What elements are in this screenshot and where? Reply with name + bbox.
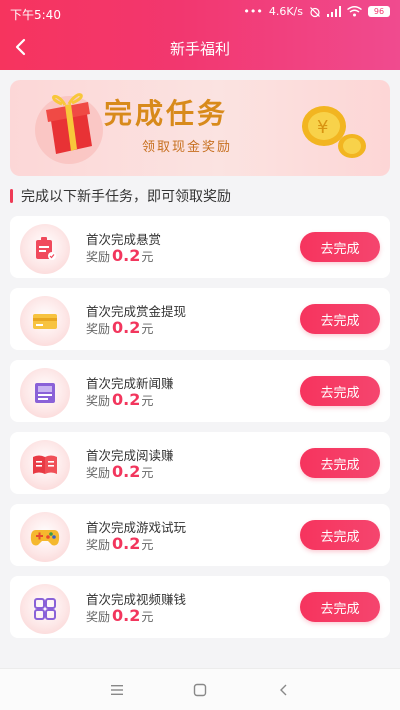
news-icon	[35, 383, 55, 403]
reward-label: 奖励	[86, 538, 111, 552]
reward-unit: 元	[141, 610, 154, 624]
reward-label: 奖励	[86, 394, 111, 408]
back-arrow-icon	[280, 684, 287, 696]
task-banner: 完成任务 领取现金奖励 ¥	[10, 80, 390, 176]
task-reward: 奖励 0.2 元	[86, 318, 153, 337]
task-reward: 奖励 0.2 元	[86, 462, 153, 481]
reward-amount: 0.2	[112, 390, 141, 409]
reward-amount: 0.2	[112, 462, 141, 481]
banner-subtitle: 领取现金奖励	[142, 140, 233, 155]
task-card: 首次完成阅读赚 奖励 0.2 元 去完成	[10, 432, 390, 494]
signal-icon	[327, 6, 341, 17]
battery-icon: 96	[368, 6, 390, 17]
go-complete-button[interactable]: 去完成	[300, 376, 380, 406]
go-complete-button[interactable]: 去完成	[300, 520, 380, 550]
task-card: 首次完成赏金提现 奖励 0.2 元 去完成	[10, 288, 390, 350]
go-complete-button[interactable]: 去完成	[300, 592, 380, 622]
reward-amount: 0.2	[112, 318, 141, 337]
nav-bar: 新手福利	[0, 26, 400, 70]
reward-amount: 0.2	[112, 606, 141, 625]
reward-amount: 0.2	[112, 246, 141, 265]
menu-button[interactable]	[106, 679, 128, 701]
reward-amount: 0.2	[112, 534, 141, 553]
clipboard-icon	[36, 237, 56, 260]
app-header: 下午5:40 ••• 4.6K/s 96 新手福利	[0, 0, 400, 70]
banner-title: 完成任务	[104, 97, 229, 130]
task-icon-badge	[20, 512, 70, 562]
reward-unit: 元	[141, 466, 154, 480]
gamepad-icon	[30, 530, 60, 546]
status-bar: 下午5:40 ••• 4.6K/s 96	[0, 0, 400, 26]
status-dots: •••	[243, 5, 263, 18]
reward-unit: 元	[141, 250, 154, 264]
go-complete-button[interactable]: 去完成	[300, 448, 380, 478]
network-speed: 4.6K/s	[268, 5, 303, 18]
svg-text:¥: ¥	[317, 117, 328, 138]
wifi-icon	[347, 6, 362, 17]
menu-icon	[111, 685, 123, 695]
status-icons: ••• 4.6K/s 96	[243, 5, 390, 18]
reward-unit: 元	[141, 538, 154, 552]
go-complete-button[interactable]: 去完成	[300, 232, 380, 262]
system-back-button[interactable]	[273, 679, 295, 701]
task-reward: 奖励 0.2 元	[86, 390, 153, 409]
task-card: 首次完成游戏试玩 奖励 0.2 元 去完成	[10, 504, 390, 566]
section-title: 完成以下新手任务，即可领取奖励	[21, 189, 231, 205]
grid-apps-icon	[34, 598, 56, 620]
section-heading: 完成以下新手任务，即可领取奖励	[10, 186, 231, 206]
task-reward: 奖励 0.2 元	[86, 246, 153, 265]
reward-label: 奖励	[86, 250, 111, 264]
book-icon	[33, 455, 57, 474]
task-icon-badge	[20, 224, 70, 274]
alarm-off-icon	[310, 6, 320, 17]
status-time: 下午5:40	[10, 8, 61, 22]
task-reward: 奖励 0.2 元	[86, 534, 153, 553]
coins-icon: ¥	[302, 106, 366, 158]
reward-label: 奖励	[86, 466, 111, 480]
task-icon-badge	[20, 440, 70, 490]
task-card: 首次完成视频赚钱 奖励 0.2 元 去完成	[10, 576, 390, 638]
reward-label: 奖励	[86, 322, 111, 336]
reward-label: 奖励	[86, 610, 111, 624]
task-card: 首次完成新闻赚 奖励 0.2 元 去完成	[10, 360, 390, 422]
go-complete-button[interactable]: 去完成	[300, 304, 380, 334]
reward-unit: 元	[141, 322, 154, 336]
task-icon-badge	[20, 368, 70, 418]
task-reward: 奖励 0.2 元	[86, 606, 153, 625]
page-title: 新手福利	[169, 40, 230, 58]
card-icon	[33, 314, 57, 329]
home-button[interactable]	[189, 679, 211, 701]
task-card: 首次完成悬赏 奖励 0.2 元 去完成	[10, 216, 390, 278]
reward-unit: 元	[141, 394, 154, 408]
system-nav-bar	[0, 668, 400, 710]
home-square-icon	[193, 683, 207, 697]
gift-icon	[35, 93, 103, 164]
task-icon-badge	[20, 296, 70, 346]
task-icon-badge	[20, 584, 70, 634]
section-marker	[10, 189, 13, 203]
